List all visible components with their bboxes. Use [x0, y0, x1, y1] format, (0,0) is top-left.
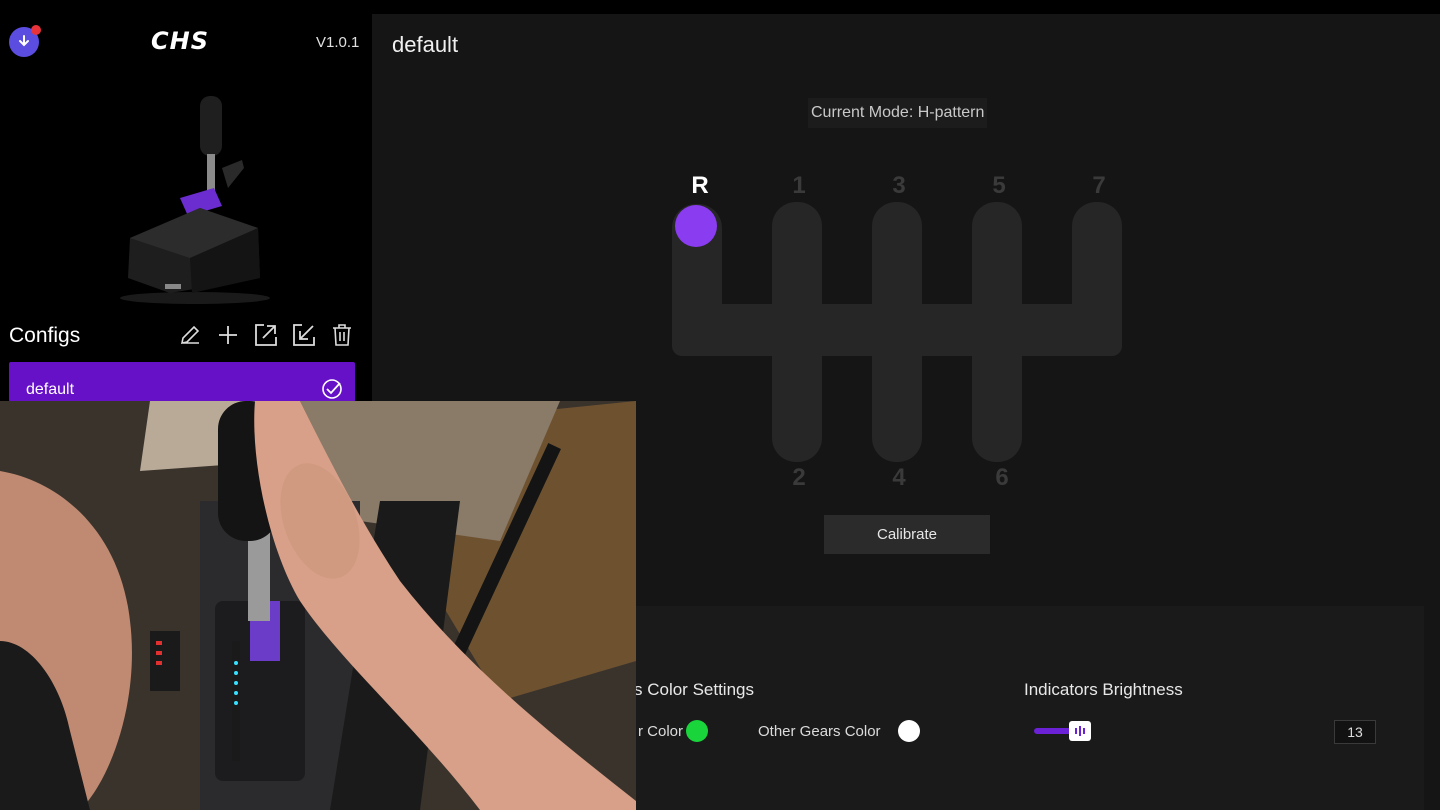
config-list-item-default[interactable]: default: [9, 362, 355, 402]
gear-position-indicator: [675, 205, 717, 247]
delete-config-button[interactable]: [330, 322, 354, 348]
brightness-title: Indicators Brightness: [1024, 680, 1183, 699]
configs-title: Configs: [9, 324, 81, 347]
gear-label-4: 4: [892, 464, 906, 491]
current-mode-label: Current Mode: H-pattern: [808, 98, 988, 128]
active-gear-color-swatch[interactable]: [686, 720, 708, 742]
export-config-button[interactable]: [254, 322, 278, 348]
webcam-overlay: [0, 401, 636, 810]
trash-icon: [333, 324, 351, 346]
download-arrow-icon: [19, 35, 29, 47]
active-gear-color-label: r Color: [638, 723, 684, 740]
other-gears-color-swatch[interactable]: [898, 720, 920, 742]
check-circle-icon: [322, 379, 342, 399]
gear-label-1: 1: [792, 172, 806, 199]
version-label: V1.0.1: [316, 34, 360, 51]
config-item-label: default: [26, 381, 75, 398]
notification-dot: [31, 25, 41, 35]
slider-thumb[interactable]: [1069, 721, 1091, 741]
pencil-icon: [180, 325, 200, 345]
settings-panel: [634, 606, 1424, 810]
import-config-button[interactable]: [292, 322, 316, 348]
gear-label-6: 6: [995, 464, 1009, 491]
download-update-button[interactable]: [9, 25, 41, 57]
export-icon: [255, 324, 277, 346]
brightness-slider[interactable]: [1034, 720, 1324, 742]
camera-footage-image: [0, 401, 636, 810]
h-pattern-shifter: R 1 3 5 7 2 4 6: [662, 164, 1132, 504]
edit-config-button[interactable]: [178, 322, 202, 348]
gear-label-r: R: [691, 172, 709, 199]
calibrate-button[interactable]: Calibrate: [824, 515, 990, 554]
gear-label-3: 3: [892, 172, 906, 199]
gear-label-7: 7: [1092, 172, 1106, 199]
brightness-value[interactable]: 13: [1334, 720, 1376, 744]
plus-icon: [219, 326, 237, 344]
brand-logo: CHS: [151, 27, 209, 55]
add-config-button[interactable]: [216, 322, 240, 348]
color-settings-title: s Color Settings: [634, 680, 754, 699]
app-window: CHS V1.0.1 Configs default default Curre…: [0, 0, 1440, 810]
config-toolbar: [178, 322, 354, 348]
other-gears-color-label: Other Gears Color: [758, 723, 881, 740]
page-title: default: [392, 32, 459, 57]
shifter-device-image: [120, 96, 270, 304]
shift-gate-diagram: [672, 202, 1122, 462]
gear-label-5: 5: [992, 172, 1006, 199]
gear-label-2: 2: [792, 464, 806, 491]
import-icon: [293, 324, 315, 346]
